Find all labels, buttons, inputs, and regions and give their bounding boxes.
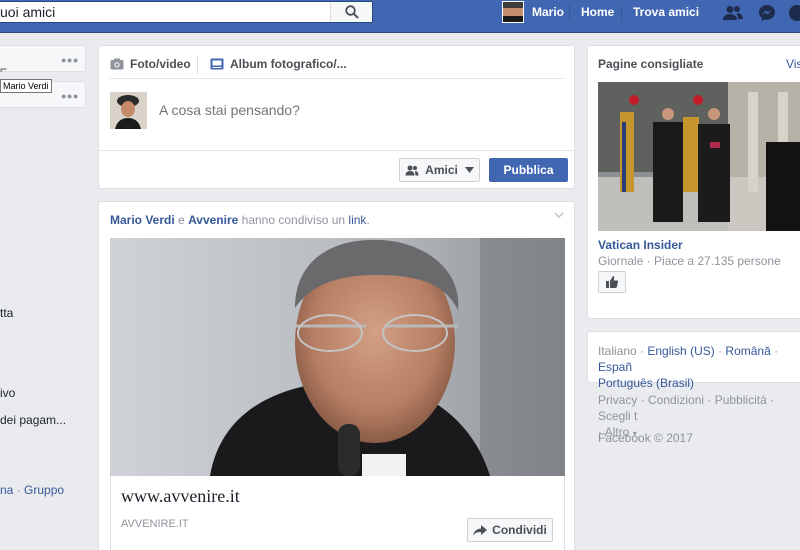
left-create-page-link[interactable]: na	[0, 483, 13, 497]
tab-divider	[197, 56, 198, 74]
copyright: Facebook © 2017	[598, 431, 693, 445]
see-all-link[interactable]: Visu	[786, 57, 800, 71]
link-domain: AVVENIRE.IT	[121, 518, 189, 530]
audience-selector[interactable]: Amici	[399, 158, 480, 182]
footer-link-ad-choices[interactable]: Scegli t	[598, 409, 637, 423]
left-create-link: na · Gruppo	[0, 483, 65, 497]
tab-photo-video-label: Foto/video	[130, 57, 191, 71]
search-input[interactable]	[0, 2, 330, 22]
avatar	[502, 1, 524, 23]
language-option[interactable]: Română	[725, 344, 770, 358]
nav-separator	[569, 5, 570, 21]
post-link-word[interactable]: link	[348, 213, 366, 227]
friends-icon	[723, 6, 743, 20]
footer-link-advertising[interactable]: Pubblicità	[715, 393, 767, 407]
left-nav-item[interactable]: dei pagam...	[0, 413, 66, 427]
status-input[interactable]	[159, 102, 559, 118]
post-header: Mario Verdi e Avvenire hanno condiviso u…	[110, 213, 370, 227]
post-actor-link[interactable]: Mario Verdi	[110, 213, 175, 227]
left-create-group-link[interactable]: Gruppo	[24, 483, 64, 497]
divider	[109, 78, 564, 79]
composer-footer: Amici Pubblica	[99, 150, 574, 188]
post-actor-link[interactable]: Avvenire	[188, 213, 238, 227]
more-options-icon[interactable]: •••	[61, 52, 79, 68]
messenger-icon	[759, 5, 775, 21]
share-arrow-icon	[473, 524, 488, 536]
like-page-button[interactable]	[598, 271, 626, 293]
chevron-down-icon[interactable]	[554, 212, 564, 219]
search-bar	[0, 1, 373, 23]
post-conjunction: e	[178, 213, 185, 227]
audience-label: Amici	[425, 163, 458, 177]
language-option[interactable]: Português (Brasil)	[598, 376, 694, 390]
current-language: Italiano	[598, 344, 637, 358]
thumbs-up-icon	[606, 276, 618, 288]
tab-photo-album-label: Album fotografico/...	[230, 57, 347, 71]
tab-photo-video[interactable]: Foto/video	[110, 55, 191, 73]
nav-home-link[interactable]: Home	[581, 0, 614, 24]
footer-link-terms[interactable]: Condizioni	[648, 393, 704, 407]
publish-button[interactable]: Pubblica	[489, 158, 568, 182]
feed-post: Mario Verdi e Avvenire hanno condiviso u…	[98, 201, 575, 550]
avatar	[110, 92, 147, 129]
post-action-text: hanno condiviso un	[241, 213, 346, 227]
footer-link-privacy[interactable]: Privacy	[598, 393, 637, 407]
suggested-page-meta: Giornale · Piace a 27.135 persone	[598, 254, 781, 268]
notifications-button[interactable]	[786, 3, 800, 23]
link-preview[interactable]: www.avvenire.it AVVENIRE.IT Condividi	[110, 476, 565, 550]
tab-photo-album[interactable]: Album fotografico/...	[210, 55, 347, 73]
top-navigation-bar: Mario Home Trova amici	[0, 0, 800, 33]
share-button[interactable]: Condividi	[467, 518, 553, 542]
post-composer: Foto/video Album fotografico/... Amici P…	[98, 45, 575, 189]
camera-icon	[110, 58, 124, 70]
share-label: Condividi	[492, 523, 547, 537]
link-title[interactable]: www.avvenire.it	[121, 486, 240, 507]
nav-profile-link[interactable]: Mario	[502, 0, 564, 24]
left-shortcut-card: •••	[0, 45, 86, 72]
friends-icon	[405, 165, 419, 175]
left-nav-item[interactable]: tta	[0, 306, 13, 320]
left-nav-item[interactable]: ivo	[0, 386, 15, 400]
suggested-page-image[interactable]	[598, 82, 800, 231]
chevron-down-icon	[464, 167, 474, 173]
nav-separator	[621, 5, 622, 21]
suggested-pages-card: Pagine consigliate Visu Vatican Insider …	[587, 45, 800, 319]
tooltip: Mario Verdi	[0, 79, 52, 93]
language-option[interactable]: Españ	[598, 360, 632, 374]
suggested-page-name[interactable]: Vatican Insider	[598, 238, 683, 252]
post-link-image[interactable]	[110, 238, 565, 476]
globe-icon	[789, 5, 800, 21]
search-icon	[344, 5, 359, 19]
nav-find-friends-link[interactable]: Trova amici	[633, 0, 699, 24]
nav-user-name: Mario	[532, 5, 565, 19]
mouse-cursor-icon: ⌐	[0, 62, 8, 76]
language-selector-card: Italiano · English (US) · Română · Españ…	[587, 331, 800, 390]
suggested-pages-title: Pagine consigliate	[598, 57, 704, 71]
friend-requests-button[interactable]	[722, 3, 744, 23]
messages-button[interactable]	[756, 3, 778, 23]
search-button[interactable]	[330, 2, 372, 22]
language-option[interactable]: English (US)	[647, 344, 714, 358]
more-options-icon[interactable]: •••	[61, 88, 79, 104]
album-icon	[210, 58, 224, 70]
